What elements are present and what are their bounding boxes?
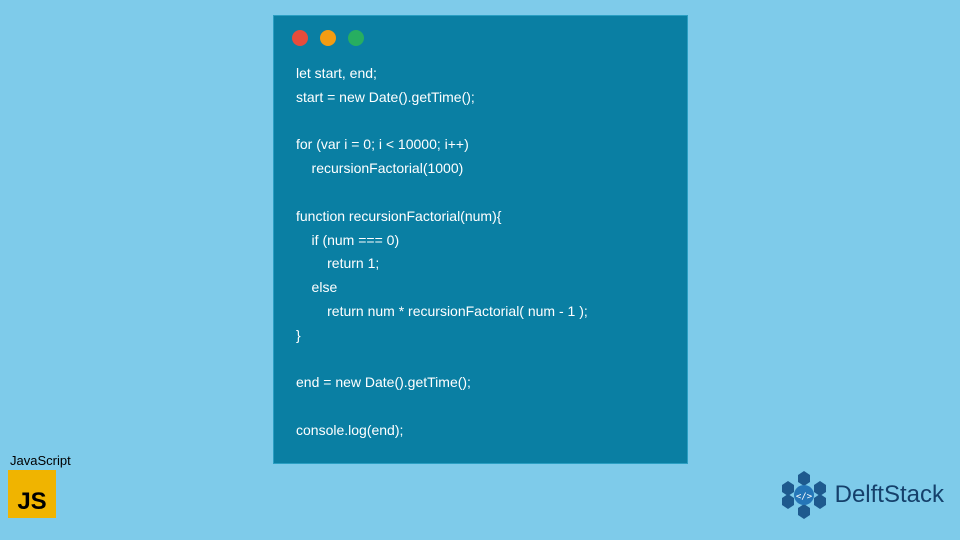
- brand-logo: </> DelftStack: [779, 470, 944, 520]
- minimize-icon: [320, 30, 336, 46]
- delftstack-icon: </>: [779, 470, 829, 520]
- close-icon: [292, 30, 308, 46]
- maximize-icon: [348, 30, 364, 46]
- traffic-lights: [274, 16, 687, 54]
- js-logo-icon: JS: [8, 470, 56, 518]
- svg-text:</>: </>: [795, 492, 812, 502]
- code-block: let start, end; start = new Date().getTi…: [274, 54, 687, 443]
- javascript-label: JavaScript: [10, 453, 71, 468]
- code-window: let start, end; start = new Date().getTi…: [273, 15, 688, 464]
- javascript-badge: JavaScript JS: [8, 453, 71, 518]
- brand-name: DelftStack: [835, 481, 944, 509]
